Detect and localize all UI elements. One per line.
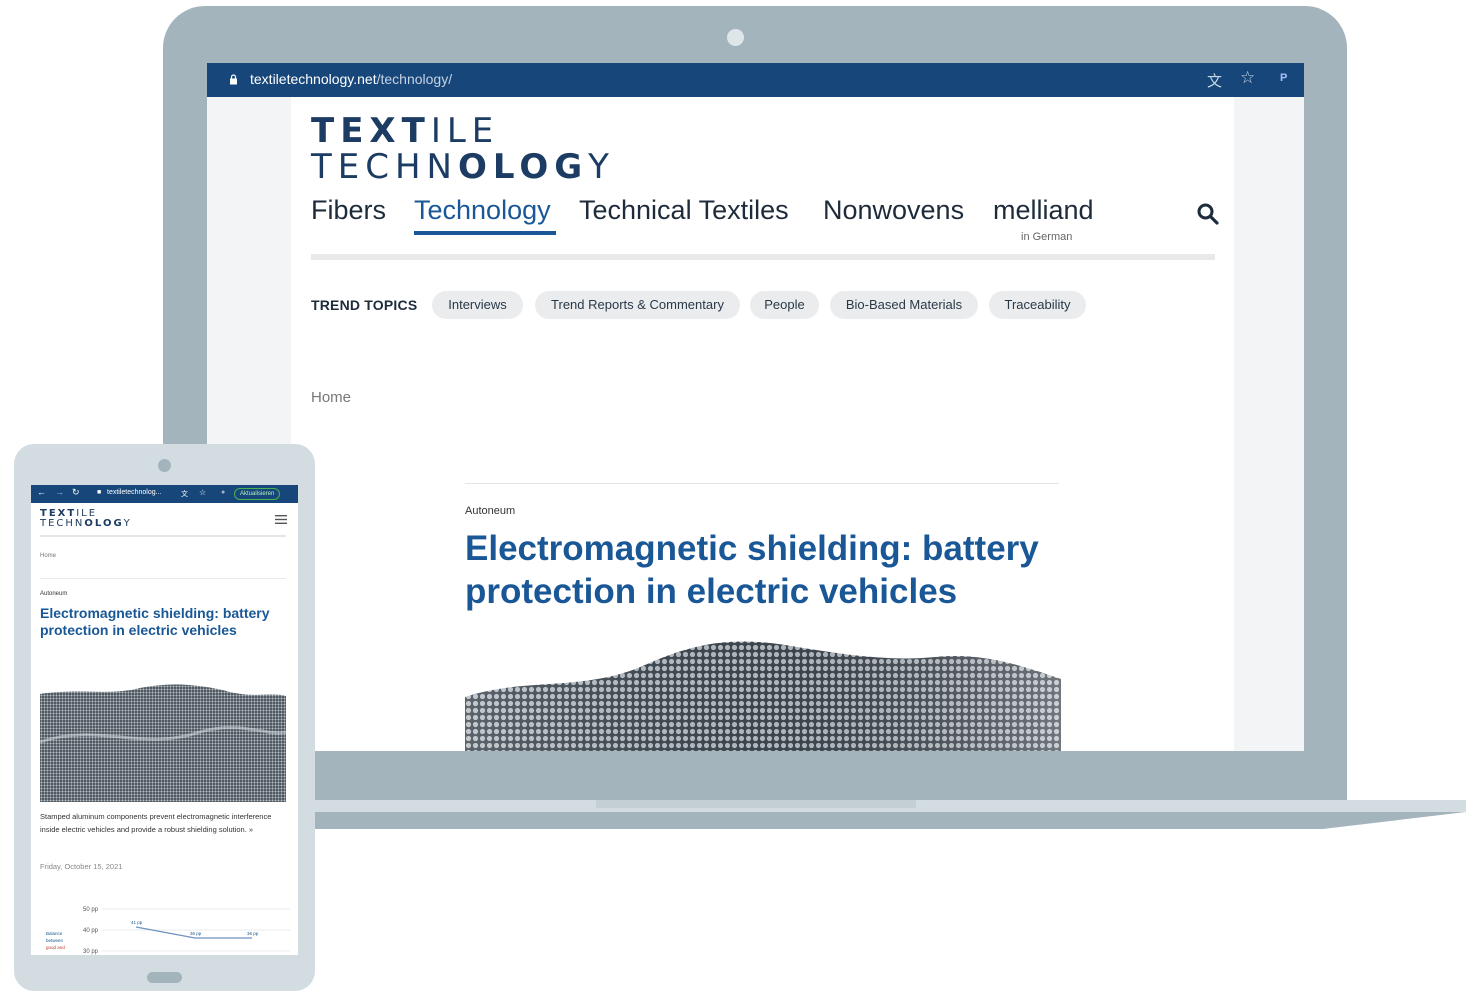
mobile-browser-bar: ← → ↻ ■ textiletechnolog... 文 ☆ ● Aktual… — [31, 485, 298, 503]
update-button[interactable]: Aktualisieren — [234, 488, 281, 500]
logo-text-bold: OLOG — [84, 518, 124, 529]
mobile-article-headline[interactable]: Electromagnetic shielding: battery prote… — [40, 605, 270, 639]
logo-text-bold: OLOG — [458, 147, 589, 187]
logo-text-bold: TEXT — [311, 111, 431, 151]
chart-point-label: 36 pp — [247, 931, 259, 936]
mobile-lock-icon: ■ — [97, 489, 102, 496]
site-logo-line2[interactable]: TECHNOLOGY — [311, 149, 615, 185]
trend-topic-people[interactable]: People — [750, 291, 819, 319]
forward-icon[interactable]: → — [55, 487, 64, 497]
mobile-breadcrumb[interactable]: Home — [40, 553, 56, 559]
breadcrumb[interactable]: Home — [311, 389, 351, 406]
trend-topic-interviews[interactable]: Interviews — [432, 291, 523, 319]
address-url[interactable]: textiletechnology.net/technology/ — [250, 71, 452, 87]
back-icon[interactable]: ← — [37, 487, 46, 497]
chart-y-tick-label: 30 pp — [83, 949, 99, 955]
mobile-url[interactable]: textiletechnolog... — [107, 489, 161, 496]
web-page: TEXTILE TECHNOLOGY Fibers Technology Tec… — [291, 97, 1234, 751]
chart-y-tick-label: 40 pp — [83, 928, 99, 934]
star-icon[interactable]: ☆ — [1240, 68, 1255, 88]
nav-item-technical-textiles[interactable]: Technical Textiles — [579, 195, 789, 226]
logo-text-light: ILE — [430, 111, 500, 151]
trend-topics-label: TREND TOPICS — [311, 297, 418, 313]
mobile-translate-icon[interactable]: 文 — [181, 489, 188, 499]
laptop-screen: textiletechnology.net/technology/ 文 ☆ P … — [207, 63, 1304, 751]
laptop-base — [163, 812, 1466, 829]
article-divider — [465, 483, 1059, 484]
tablet-screen: ← → ↻ ■ textiletechnolog... 文 ☆ ● Aktual… — [31, 485, 298, 955]
mobile-profile-dot[interactable]: ● — [221, 489, 225, 496]
mobile-article-image — [40, 684, 286, 802]
mobile-article-excerpt[interactable]: Stamped aluminum components prevent elec… — [40, 810, 280, 836]
mobile-article-divider — [40, 578, 286, 579]
mobile-article-date: Friday, October 15, 2021 — [40, 862, 123, 871]
nav-item-fibers[interactable]: Fibers — [311, 195, 386, 226]
chart-series-label: good and — [46, 945, 65, 950]
nav-item-technology[interactable]: Technology — [414, 195, 551, 226]
article-kicker: Autoneum — [465, 505, 516, 517]
profile-avatar[interactable]: P — [1280, 72, 1287, 84]
tablet-home-button[interactable] — [147, 972, 182, 983]
trend-topic-bio-based[interactable]: Bio-Based Materials — [830, 291, 978, 319]
mobile-line-chart: 50 pp 40 pp 30 pp 41 pp 36 pp 36 pp Bala… — [46, 907, 290, 955]
mobile-star-icon[interactable]: ☆ — [199, 488, 206, 497]
active-nav-underline — [414, 231, 556, 235]
search-icon[interactable] — [1196, 202, 1220, 226]
logo-text-light: Y — [123, 518, 132, 529]
header-divider — [311, 254, 1215, 260]
hamburger-menu-icon[interactable] — [275, 515, 287, 524]
logo-text-light: TECHN — [311, 147, 458, 187]
nav-item-nonwovens[interactable]: Nonwovens — [823, 195, 964, 226]
chart-series-label: Balance — [46, 931, 63, 936]
article-headline[interactable]: Electromagnetic shielding: battery prote… — [465, 527, 1075, 613]
melliand-sublabel: in German — [1021, 231, 1073, 243]
url-path: /technology/ — [376, 71, 453, 87]
chart-series-label: between — [46, 938, 64, 943]
translate-icon[interactable]: 文 — [1207, 70, 1222, 91]
mobile-logo-line2[interactable]: TECHNOLOGY — [40, 519, 132, 529]
laptop-camera — [727, 29, 744, 46]
mobile-header-divider — [40, 535, 286, 537]
logo-text-light: TECHN — [40, 518, 85, 529]
chart-point-label: 41 pp — [131, 920, 143, 925]
chart-y-tick-label: 50 pp — [83, 907, 99, 913]
laptop-base-notch — [596, 800, 916, 808]
tablet-camera — [158, 459, 171, 472]
reload-icon[interactable]: ↻ — [72, 487, 80, 498]
trend-topic-reports[interactable]: Trend Reports & Commentary — [535, 291, 740, 319]
browser-address-bar: textiletechnology.net/technology/ 文 ☆ P — [207, 63, 1304, 97]
url-domain: textiletechnology.net — [250, 71, 377, 87]
site-logo-line1[interactable]: TEXTILE — [311, 113, 499, 149]
nav-item-melliand[interactable]: melliand — [993, 195, 1094, 226]
lock-icon — [230, 74, 237, 85]
mobile-article-kicker: Autoneum — [40, 591, 68, 597]
chart-point-label: 36 pp — [190, 931, 202, 936]
logo-text-light: Y — [588, 147, 615, 187]
trend-topic-traceability[interactable]: Traceability — [989, 291, 1086, 319]
article-hero-image — [465, 641, 1061, 751]
